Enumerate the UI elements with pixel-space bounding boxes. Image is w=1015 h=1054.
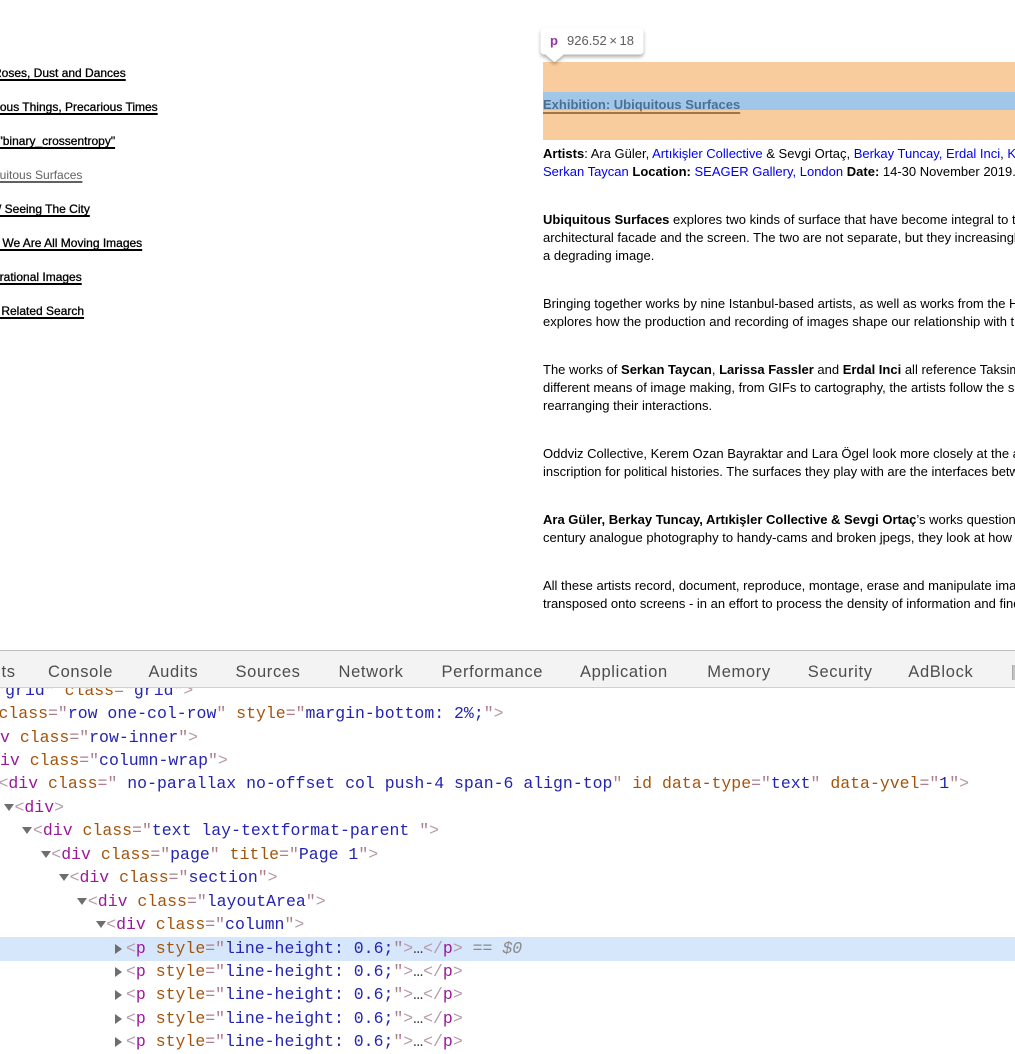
svg-text:p: p [550, 33, 558, 48]
svg-text:926.52 × 18: 926.52 × 18 [567, 33, 634, 48]
